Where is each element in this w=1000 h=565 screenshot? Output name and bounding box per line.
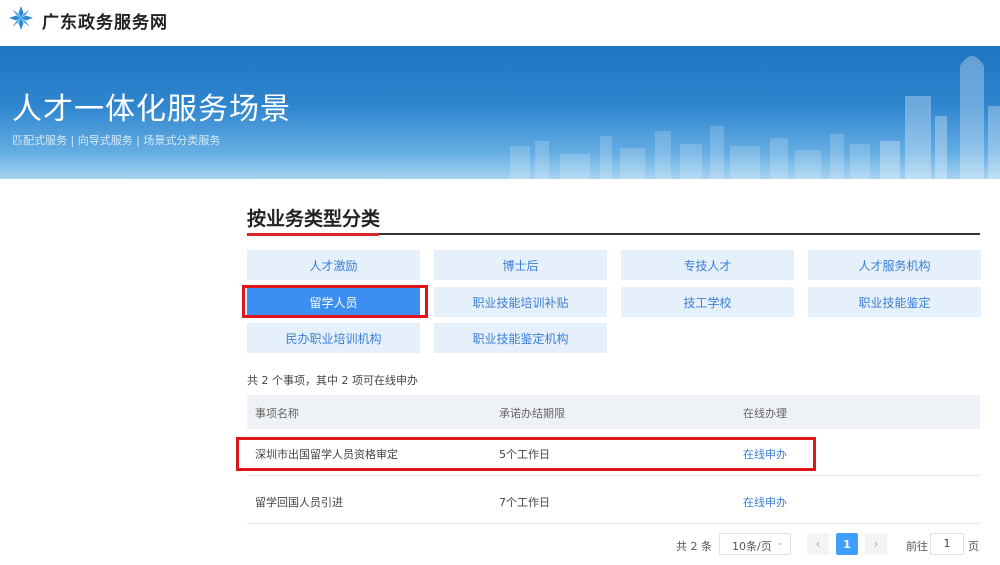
column-header-deadline: 承诺办结期限	[499, 407, 565, 420]
page-suffix: 页	[968, 540, 979, 553]
chevron-down-icon: ⌄	[776, 538, 784, 548]
row-item-name[interactable]: 留学回国人员引进	[255, 494, 343, 510]
category-boshihou[interactable]: 博士后	[434, 250, 607, 280]
section-title: 按业务类型分类	[247, 208, 381, 230]
table-header: 事项名称 承诺办结期限 在线办理	[247, 395, 980, 429]
category-zhiye-jineng-peixun-butie[interactable]: 职业技能培训补贴	[434, 287, 607, 317]
category-zhiye-jineng-jianding[interactable]: 职业技能鉴定	[808, 287, 981, 317]
banner-subtitle: 匹配式服务 | 向导式服务 | 场景式分类服务	[12, 134, 221, 147]
category-jineng-jianding-jigou[interactable]: 职业技能鉴定机构	[434, 323, 607, 353]
category-rencai-fuwu-jigou[interactable]: 人才服务机构	[808, 250, 981, 280]
apply-online-link[interactable]: 在线申办	[743, 494, 787, 510]
category-zhuanji-rencai[interactable]: 专技人才	[621, 250, 794, 280]
hero-banner: 人才一体化服务场景 匹配式服务 | 向导式服务 | 场景式分类服务	[0, 46, 1000, 179]
goto-label: 前往	[906, 540, 928, 553]
row-deadline: 7个工作日	[499, 496, 550, 509]
result-summary: 共 2 个事项，其中 2 项可在线申办	[247, 374, 418, 387]
current-page-button[interactable]: 1	[836, 533, 858, 555]
page-size-select[interactable]: 10条/页 ⌄	[719, 533, 791, 555]
top-header: 广东政务服务网	[0, 0, 1000, 46]
page-size-value: 10条/页	[732, 540, 772, 553]
goto-page-input[interactable]: 1	[930, 533, 964, 555]
category-rencai-jili[interactable]: 人才激励	[247, 250, 420, 280]
category-jigong-xuexiao[interactable]: 技工学校	[621, 287, 794, 317]
column-header-online: 在线办理	[743, 407, 787, 420]
category-minban-peixun-jigou[interactable]: 民办职业培训机构	[247, 323, 420, 353]
column-header-name: 事项名称	[255, 407, 299, 420]
chevron-right-icon[interactable]: ›	[865, 533, 887, 555]
site-title[interactable]: 广东政务服务网	[42, 8, 168, 33]
highlight-box-category	[242, 285, 428, 318]
banner-title: 人才一体化服务场景	[12, 92, 291, 127]
section-divider-accent	[247, 233, 379, 236]
pagination-total: 共 2 条	[676, 540, 712, 553]
highlight-box-row	[236, 437, 816, 471]
table-row: 留学回国人员引进 7个工作日 在线申办	[247, 478, 980, 524]
chevron-left-icon[interactable]: ‹	[807, 533, 829, 555]
snowflake-logo-icon[interactable]	[8, 5, 34, 31]
